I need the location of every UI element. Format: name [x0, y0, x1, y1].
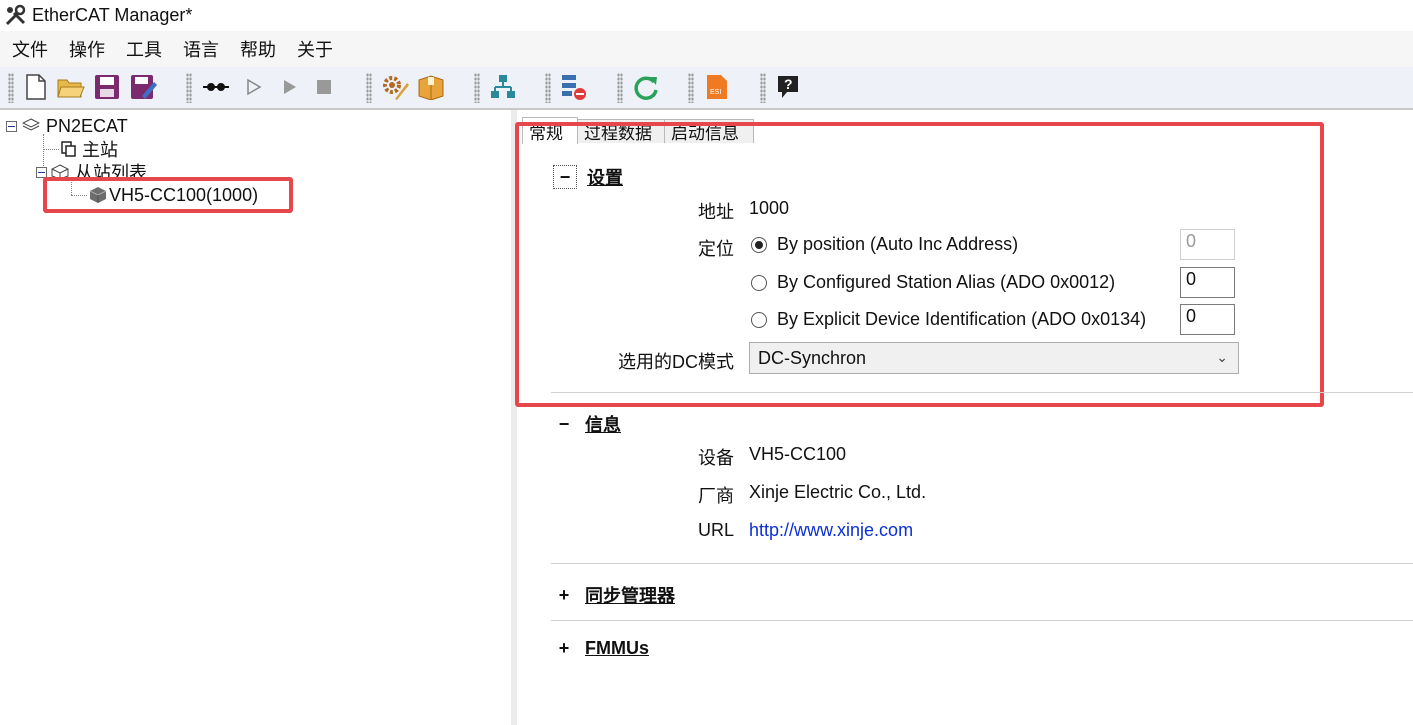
section-divider — [551, 620, 1413, 621]
toolbar-grip[interactable] — [366, 73, 372, 103]
section-sync-manager-header[interactable]: + 同步管理器 — [553, 582, 675, 608]
open-icon[interactable] — [57, 73, 85, 101]
menu-language[interactable]: 语言 — [171, 36, 228, 62]
network-tree-icon[interactable] — [489, 73, 517, 101]
settings-icon[interactable] — [381, 73, 409, 101]
url-value[interactable]: http://www.xinje.com — [749, 520, 913, 541]
help-icon-label: ? — [784, 76, 793, 92]
run-icon[interactable] — [276, 73, 304, 101]
section-divider — [551, 563, 1413, 564]
config-icon[interactable] — [560, 73, 588, 101]
tree-line — [43, 149, 59, 150]
menu-operation[interactable]: 操作 — [57, 36, 114, 62]
collapse-toggle[interactable]: − — [553, 414, 575, 435]
toolbar-grip[interactable] — [760, 73, 766, 103]
esi-icon[interactable]: ESI — [703, 73, 731, 101]
title-bar: EtherCAT Manager* — [0, 0, 1413, 31]
menu-bar: 文件 操作 工具 语言 帮助 关于 — [0, 31, 1413, 67]
stop-icon[interactable] — [310, 73, 338, 101]
menu-help[interactable]: 帮助 — [228, 36, 285, 62]
collapse-toggle[interactable] — [6, 120, 17, 132]
menu-file[interactable]: 文件 — [0, 36, 57, 62]
section-info-header[interactable]: − 信息 — [553, 411, 621, 437]
url-label: URL — [697, 520, 734, 540]
tree-root-label: PN2ECAT — [46, 115, 128, 136]
vendor-label: 厂商 — [698, 486, 734, 506]
connect-icon[interactable] — [202, 73, 230, 101]
save-as-icon[interactable] — [130, 73, 158, 101]
tree-node-master[interactable]: 主站 — [60, 138, 118, 160]
save-icon[interactable] — [93, 73, 121, 101]
section-fmmus-title: FMMUs — [585, 638, 649, 658]
tree-node-root[interactable]: PN2ECAT — [6, 115, 128, 137]
section-info-title: 信息 — [585, 415, 621, 435]
toolbar-grip[interactable] — [186, 73, 192, 103]
menu-tools[interactable]: 工具 — [114, 36, 171, 62]
tools-icon — [5, 4, 26, 25]
toolbar-grip[interactable] — [688, 73, 694, 103]
collapse-toggle[interactable] — [36, 166, 47, 178]
menu-about[interactable]: 关于 — [285, 36, 342, 62]
vendor-value: Xinje Electric Co., Ltd. — [749, 482, 927, 502]
layers-icon — [22, 118, 40, 131]
toolbar-grip[interactable] — [617, 73, 623, 103]
window-title: EtherCAT Manager* — [32, 5, 193, 25]
master-icon — [61, 141, 76, 157]
toolbar-grip[interactable] — [545, 73, 551, 103]
expand-toggle[interactable]: + — [553, 638, 575, 659]
section-fmmus-header[interactable]: + FMMUs — [553, 638, 649, 659]
device-label: 设备 — [698, 448, 734, 468]
url-link[interactable]: http://www.xinje.com — [749, 520, 913, 540]
toolbar-grip[interactable] — [8, 73, 14, 103]
help-icon[interactable]: ? — [774, 73, 802, 101]
toolbar-grip[interactable] — [474, 73, 480, 103]
new-icon[interactable] — [22, 73, 50, 101]
toolbar: ESI ? — [0, 67, 1413, 110]
expand-toggle[interactable]: + — [553, 585, 575, 606]
section-sync-manager-title: 同步管理器 — [585, 586, 675, 606]
section-divider — [551, 392, 1413, 393]
run-outline-icon[interactable] — [240, 73, 268, 101]
esi-icon-label: ESI — [710, 89, 721, 96]
refresh-icon[interactable] — [632, 73, 660, 101]
highlight-box-settings — [515, 122, 1324, 407]
highlight-box-tree — [43, 177, 293, 213]
device-value: VH5-CC100 — [749, 444, 847, 464]
package-icon[interactable] — [417, 73, 445, 101]
